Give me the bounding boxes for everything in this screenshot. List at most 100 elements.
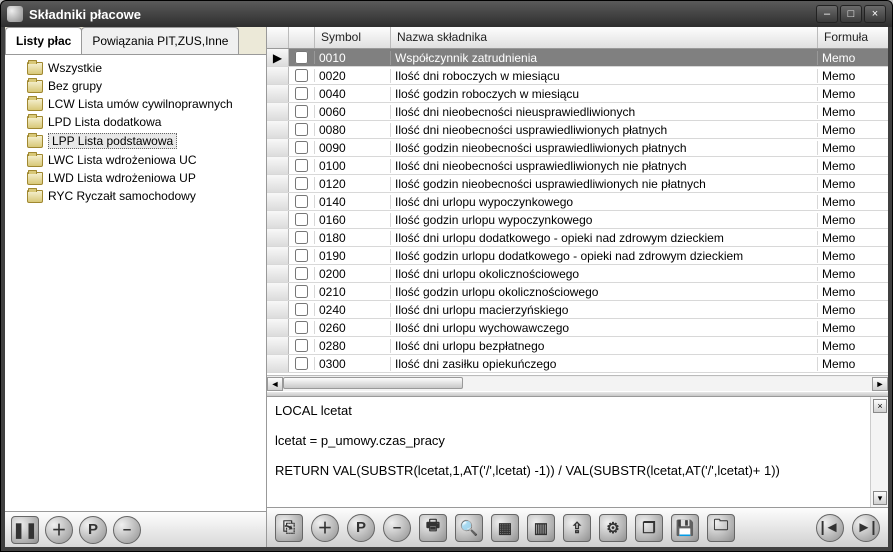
tree-item[interactable]: RYC Ryczałt samochodowy [7,187,264,205]
row-checkbox[interactable] [295,159,308,172]
row-checkbox[interactable] [295,321,308,334]
tool-export-icon[interactable]: ⇪ [563,514,591,542]
row-checkbox[interactable] [295,123,308,136]
tab-listy-plac[interactable]: Listy płac [5,27,82,54]
cell-formula[interactable]: Memo [818,267,888,281]
code-dropdown-icon[interactable]: ▾ [873,491,887,505]
row-checkbox[interactable] [295,285,308,298]
cell-formula[interactable]: Memo [818,51,888,65]
tool-copy-icon[interactable]: ⎘ [275,514,303,542]
table-row[interactable]: 0090Ilość godzin nieobecności usprawiedl… [267,139,888,157]
tree-item[interactable]: LCW Lista umów cywilnoprawnych [7,95,264,113]
cell-formula[interactable]: Memo [818,159,888,173]
table-row[interactable]: 0060Ilość dni nieobecności nieusprawiedl… [267,103,888,121]
table-row[interactable]: 0020Ilość dni roboczych w miesiącuMemo [267,67,888,85]
tab-powiazania[interactable]: Powiązania PIT,ZUS,Inne [81,27,239,54]
cell-formula[interactable]: Memo [818,69,888,83]
tool-folder-icon[interactable]: 🗀 [707,514,735,542]
row-checkbox[interactable] [295,339,308,352]
row-checkbox[interactable] [295,303,308,316]
sidebar-tool-1-icon[interactable]: ❚❚ [11,516,39,544]
tool-edit-button[interactable]: P [347,514,375,542]
minimize-button[interactable]: – [816,5,838,23]
row-checkbox[interactable] [295,69,308,82]
table-row[interactable]: 0120Ilość godzin nieobecności usprawiedl… [267,175,888,193]
cell-formula[interactable]: Memo [818,321,888,335]
tree[interactable]: WszystkieBez grupyLCW Lista umów cywilno… [5,55,266,511]
col-symbol[interactable]: Symbol [315,27,391,48]
cell-formula[interactable]: Memo [818,303,888,317]
table-row[interactable]: ▶0010Współczynnik zatrudnieniaMemo [267,49,888,67]
table-row[interactable]: 0210Ilość godzin urlopu okolicznościoweg… [267,283,888,301]
sidebar-add-button[interactable]: ＋ [45,516,73,544]
tool-print-icon[interactable]: 🖶 [419,514,447,542]
row-checkbox[interactable] [295,249,308,262]
titlebar[interactable]: Składniki płacowe – □ × [1,1,892,27]
row-checkbox[interactable] [295,213,308,226]
sidebar-edit-button[interactable]: P [79,516,107,544]
tree-item[interactable]: LPP Lista podstawowa [7,131,264,151]
horizontal-scrollbar[interactable]: ◄ ► [267,375,888,391]
tree-item[interactable]: Wszystkie [7,59,264,77]
table-row[interactable]: 0300Ilość dni zasiłku opiekuńczegoMemo [267,355,888,373]
maximize-button[interactable]: □ [840,5,862,23]
cell-formula[interactable]: Memo [818,231,888,245]
row-checkbox[interactable] [295,177,308,190]
table-row[interactable]: 0100Ilość dni nieobecności usprawiedliwi… [267,157,888,175]
cell-formula[interactable]: Memo [818,339,888,353]
tree-item[interactable]: LWD Lista wdrożeniowa UP [7,169,264,187]
table-row[interactable]: 0200Ilość dni urlopu okolicznościowegoMe… [267,265,888,283]
row-checkbox[interactable] [295,195,308,208]
tool-table-icon[interactable]: ▦ [491,514,519,542]
table-row[interactable]: 0160Ilość godzin urlopu wypoczynkowegoMe… [267,211,888,229]
cell-formula[interactable]: Memo [818,105,888,119]
row-checkbox[interactable] [295,105,308,118]
scroll-thumb[interactable] [283,377,463,389]
cell-formula[interactable]: Memo [818,123,888,137]
cell-formula[interactable]: Memo [818,177,888,191]
row-checkbox[interactable] [295,357,308,370]
sidebar-delete-button[interactable]: – [113,516,141,544]
scroll-left-icon[interactable]: ◄ [267,377,283,391]
row-checkbox[interactable] [295,141,308,154]
col-marker[interactable] [267,27,289,48]
table-row[interactable]: 0190Ilość godzin urlopu dodatkowego - op… [267,247,888,265]
formula-text[interactable]: LOCAL lcetat lcetat = p_umowy.czas_pracy… [267,397,870,507]
table-row[interactable]: 0080Ilość dni nieobecności usprawiedliwi… [267,121,888,139]
tool-add-button[interactable]: ＋ [311,514,339,542]
nav-first-button[interactable]: |◄ [816,514,844,542]
col-check[interactable] [289,27,315,48]
row-checkbox[interactable] [295,51,308,64]
table-row[interactable]: 0260Ilość dni urlopu wychowawczegoMemo [267,319,888,337]
table-row[interactable]: 0140Ilość dni urlopu wypoczynkowegoMemo [267,193,888,211]
tool-gear-icon[interactable]: ⚙ [599,514,627,542]
tool-chart-icon[interactable]: ▥ [527,514,555,542]
scroll-right-icon[interactable]: ► [872,377,888,391]
table-row[interactable]: 0280Ilość dni urlopu bezpłatnegoMemo [267,337,888,355]
tree-item[interactable]: LWC Lista wdrożeniowa UC [7,151,264,169]
grid-body[interactable]: ▶0010Współczynnik zatrudnieniaMemo0020Il… [267,49,888,375]
row-checkbox[interactable] [295,267,308,280]
cell-formula[interactable]: Memo [818,213,888,227]
table-row[interactable]: 0240Ilość dni urlopu macierzyńskiegoMemo [267,301,888,319]
col-name[interactable]: Nazwa składnika [391,27,818,48]
cell-formula[interactable]: Memo [818,249,888,263]
row-checkbox[interactable] [295,87,308,100]
cell-formula[interactable]: Memo [818,87,888,101]
code-close-icon[interactable]: × [873,399,887,413]
tool-save-icon[interactable]: 💾 [671,514,699,542]
table-row[interactable]: 0040Ilość godzin roboczych w miesiącuMem… [267,85,888,103]
cell-formula[interactable]: Memo [818,141,888,155]
tree-item[interactable]: Bez grupy [7,77,264,95]
col-formula[interactable]: Formuła [818,27,888,48]
nav-last-button[interactable]: ►| [852,514,880,542]
close-button[interactable]: × [864,5,886,23]
cell-formula[interactable]: Memo [818,285,888,299]
tool-search-icon[interactable]: 🔍 [455,514,483,542]
tool-window-icon[interactable]: ❐ [635,514,663,542]
cell-formula[interactable]: Memo [818,357,888,371]
tree-item[interactable]: LPD Lista dodatkowa [7,113,264,131]
tool-delete-button[interactable]: – [383,514,411,542]
row-checkbox[interactable] [295,231,308,244]
table-row[interactable]: 0180Ilość dni urlopu dodatkowego - opiek… [267,229,888,247]
